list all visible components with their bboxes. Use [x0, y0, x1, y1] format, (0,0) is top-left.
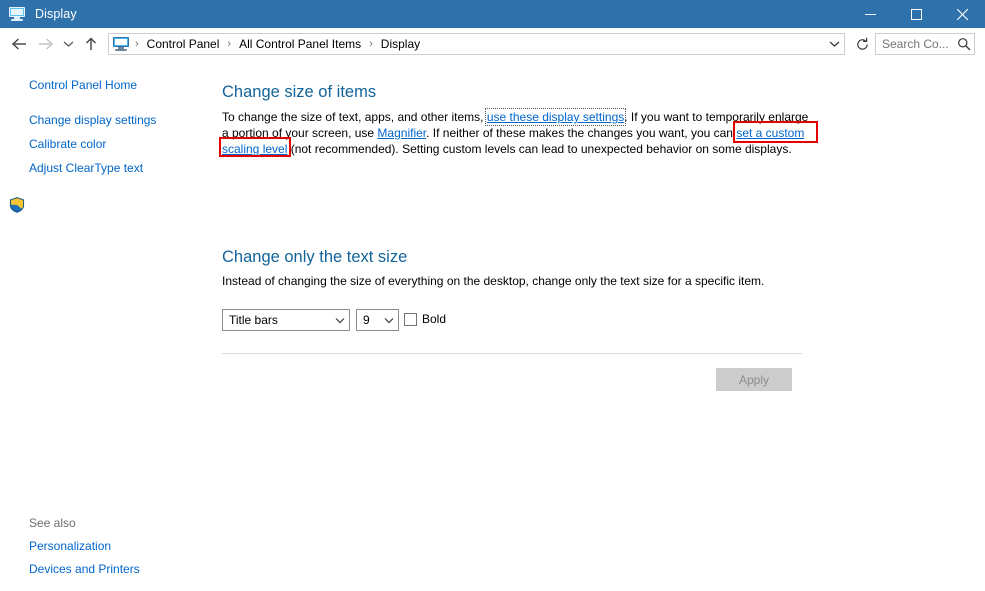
breadcrumb-item-display[interactable]: Display: [379, 35, 422, 53]
chevron-down-icon[interactable]: [331, 310, 349, 330]
description-text-3b: (not recommended). Setting custom levels…: [287, 142, 792, 156]
title-bar: Display: [0, 0, 985, 28]
chevron-down-icon[interactable]: [380, 310, 398, 330]
main-pane: Change size of items To change the size …: [208, 60, 985, 591]
sidebar-item-devices-and-printers[interactable]: Devices and Printers: [29, 562, 140, 576]
description-line-2: a portion of your screen, use Magnifier.…: [222, 125, 822, 141]
breadcrumb-separator: ›: [227, 38, 232, 50]
set-a-custom-scaling-level-link-part2[interactable]: scaling level: [222, 142, 287, 156]
window-title: Display: [35, 7, 77, 21]
text-item-combo[interactable]: Title bars: [222, 309, 350, 331]
display-settings-window: Display › Control Panel › All Control Pa…: [0, 0, 985, 591]
sidebar-item-calibrate-color[interactable]: Calibrate color: [29, 137, 106, 151]
address-bar: › Control Panel › All Control Panel Item…: [0, 28, 985, 60]
breadcrumb-separator: ›: [135, 38, 139, 50]
breadcrumb-separator: ›: [369, 38, 373, 50]
bold-checkbox[interactable]: Bold: [404, 312, 446, 326]
description-text-2a: a portion of your screen, use: [222, 126, 378, 140]
address-chevron-down-icon[interactable]: [824, 34, 844, 54]
magnifier-link[interactable]: Magnifier: [377, 126, 426, 140]
recent-locations-chevron-down-icon[interactable]: [58, 32, 78, 56]
back-arrow-icon[interactable]: [6, 32, 32, 56]
text-size-combo-value: 9: [363, 313, 370, 327]
sidebar: Control Panel Home Change display settin…: [0, 60, 208, 591]
breadcrumb-item-all-control-panel-items[interactable]: All Control Panel Items: [237, 35, 363, 53]
breadcrumb-item-control-panel[interactable]: Control Panel: [145, 35, 222, 53]
apply-button[interactable]: Apply: [716, 368, 792, 391]
sidebar-item-control-panel-home[interactable]: Control Panel Home: [29, 78, 137, 92]
section-heading-change-only-text-size: Change only the text size: [222, 248, 408, 266]
sidebar-item-change-display-settings[interactable]: Change display settings: [29, 113, 156, 127]
forward-arrow-icon: [32, 32, 58, 56]
maximize-icon[interactable]: [893, 0, 939, 28]
window-controls: [847, 0, 985, 28]
display-monitor-icon: [9, 6, 25, 22]
section-divider: [222, 353, 802, 354]
see-also-heading: See also: [29, 516, 76, 530]
text-item-combo-value: Title bars: [229, 313, 278, 327]
refresh-icon[interactable]: [851, 34, 873, 54]
up-arrow-icon[interactable]: [78, 32, 104, 56]
content-area: Control Panel Home Change display settin…: [0, 60, 985, 591]
breadcrumb[interactable]: › Control Panel › All Control Panel Item…: [108, 33, 845, 55]
description-text-1a: To change the size of text, apps, and ot…: [222, 110, 487, 124]
description-text-1b: . If you want to temporarily enlarge: [624, 110, 809, 124]
sidebar-item-personalization[interactable]: Personalization: [29, 539, 111, 553]
use-these-display-settings-link[interactable]: use these display settings: [484, 108, 627, 126]
search-box[interactable]: [875, 33, 975, 55]
description-line-1: To change the size of text, apps, and ot…: [222, 108, 822, 126]
section-heading-change-size-of-items: Change size of items: [222, 83, 377, 101]
change-size-description: To change the size of text, apps, and ot…: [222, 108, 822, 157]
uac-shield-icon: [9, 197, 25, 213]
close-icon[interactable]: [939, 0, 985, 28]
description-text-2b: . If neither of these makes the changes …: [426, 126, 737, 140]
change-text-size-description: Instead of changing the size of everythi…: [222, 274, 765, 288]
sidebar-item-adjust-cleartype-text[interactable]: Adjust ClearType text: [29, 161, 143, 175]
bold-checkbox-label: Bold: [422, 312, 447, 326]
set-a-custom-scaling-level-link-part1[interactable]: set a custom: [736, 126, 804, 140]
search-input[interactable]: [876, 37, 954, 51]
text-size-combo[interactable]: 9: [356, 309, 399, 331]
address-display-monitor-icon: [113, 36, 129, 52]
description-line-3: scaling level (not recommended). Setting…: [222, 141, 822, 157]
search-icon[interactable]: [954, 34, 974, 54]
minimize-icon[interactable]: [847, 0, 893, 28]
bold-checkbox-box[interactable]: [404, 312, 417, 326]
